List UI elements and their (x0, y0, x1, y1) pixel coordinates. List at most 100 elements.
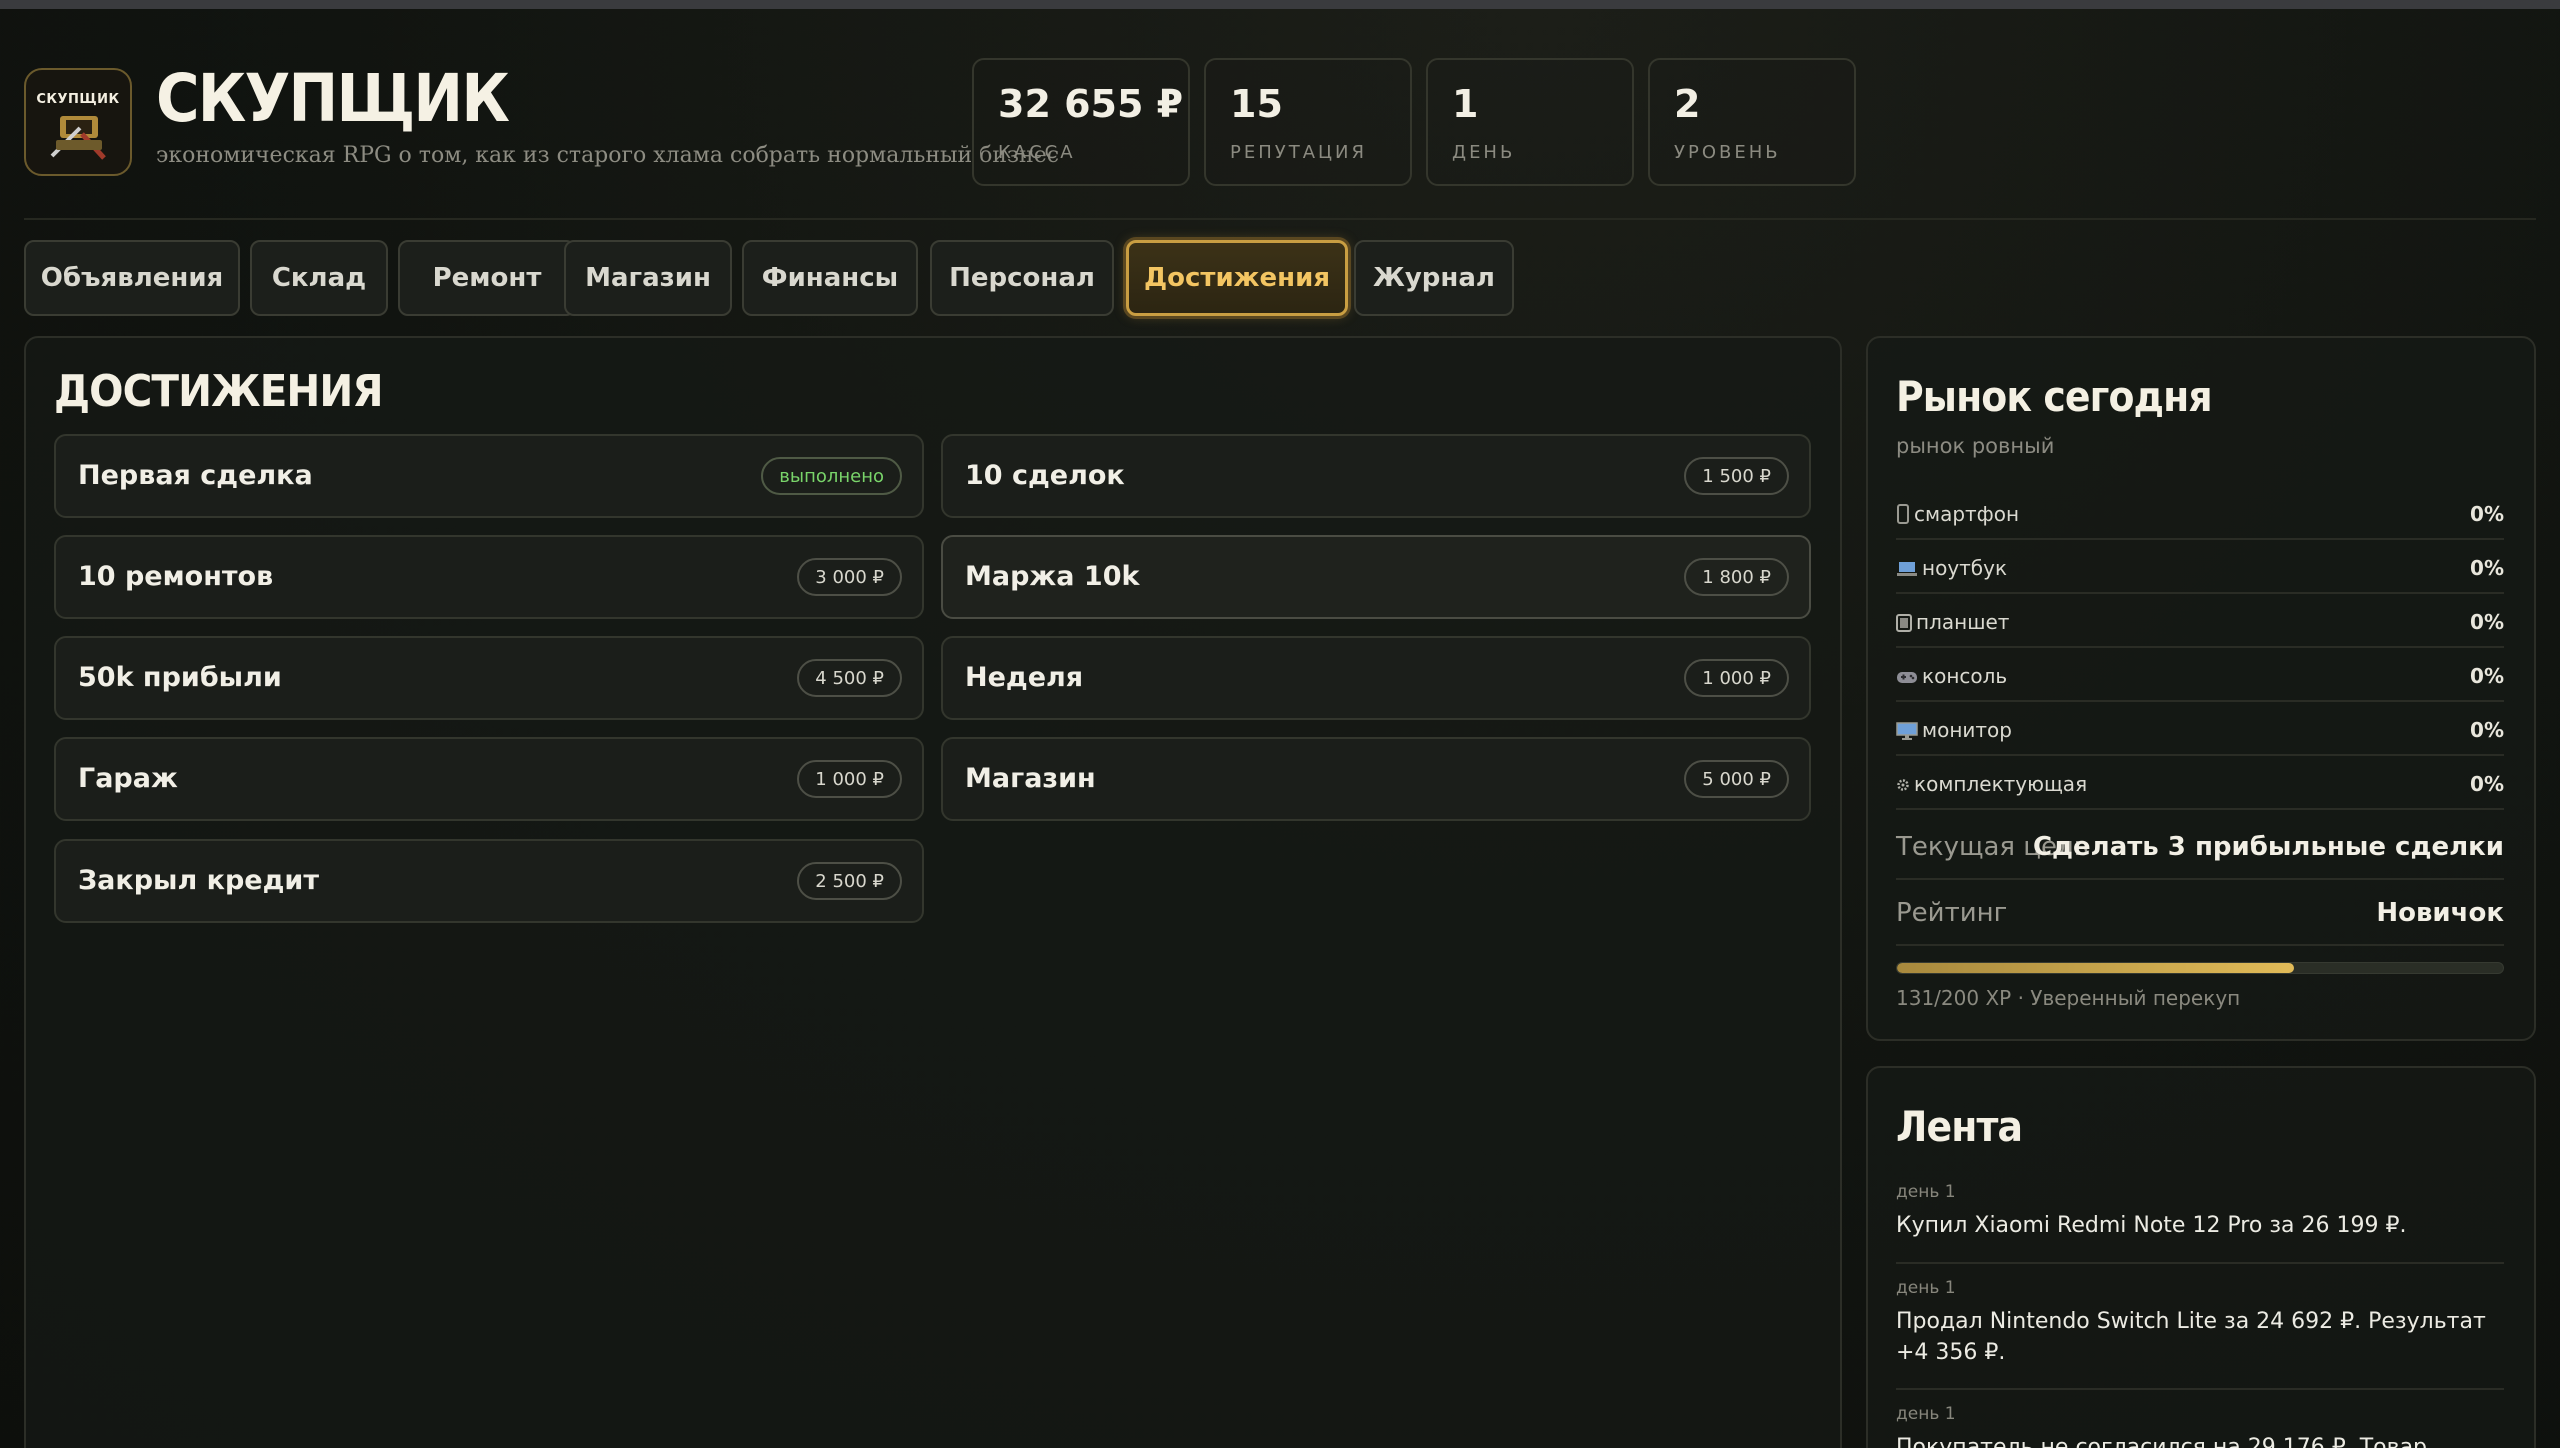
gear-icon (1897, 779, 1909, 791)
stat-cash-label: КАССА (998, 142, 1076, 163)
market-row-name: комплектующая (1914, 772, 2088, 796)
stat-reputation-label: РЕПУТАЦИЯ (1230, 142, 1367, 163)
xp-progress-fill (1897, 963, 2294, 973)
achievement-card: Закрыл кредит 2 500 ₽ (54, 839, 924, 923)
market-row: планшет 0% (1896, 594, 2504, 648)
logo-tools-icon (50, 116, 106, 160)
feed-item: день 1 Продал Nintendo Switch Lite за 24… (1896, 1278, 2504, 1390)
stat-level-value: 2 (1674, 82, 1701, 126)
market-row: монитор 0% (1896, 702, 2504, 756)
rating-value: Новичок (2376, 898, 2504, 928)
market-row-name: ноутбук (1922, 556, 2008, 580)
tab-achievements[interactable]: Достижения (1126, 240, 1348, 316)
achievement-name: Маржа 10k (965, 561, 1140, 592)
achievement-reward-badge: 3 000 ₽ (797, 558, 902, 596)
market-row: смартфон 0% (1896, 486, 2504, 540)
smartphone-icon (1897, 504, 1909, 524)
xp-progress-bar (1896, 962, 2504, 974)
achievement-reward-badge: 5 000 ₽ (1684, 760, 1789, 798)
stat-cash: 32 655 ₽ КАССА (972, 58, 1190, 186)
market-row-name: монитор (1922, 718, 2012, 742)
laptop-icon (1897, 562, 1917, 576)
achievement-reward-badge: 1 000 ₽ (1684, 659, 1789, 697)
market-panel: Рынок сегодня рынок ровный смартфон 0% н… (1866, 336, 2536, 1041)
stat-day-value: 1 (1452, 82, 1479, 126)
market-row-value: 0% (2470, 664, 2504, 688)
tab-warehouse[interactable]: Склад (250, 240, 388, 316)
achievement-card: Неделя 1 000 ₽ (941, 636, 1811, 720)
stat-level: 2 УРОВЕНЬ (1648, 58, 1856, 186)
market-row-value: 0% (2470, 610, 2504, 634)
achievement-name: Гараж (78, 763, 178, 794)
app-subtitle: экономическая RPG о том, как из старого … (156, 143, 1060, 168)
achievement-reward-badge: 1 500 ₽ (1684, 457, 1789, 495)
market-row-value: 0% (2470, 718, 2504, 742)
stat-reputation-value: 15 (1230, 82, 1283, 126)
achievement-name: 10 сделок (965, 460, 1125, 491)
achievement-name: Первая сделка (78, 460, 313, 491)
feed-item: день 1 Купил Xiaomi Redmi Note 12 Pro за… (1896, 1182, 2504, 1264)
app-logo: СКУПЩИК (24, 68, 132, 176)
gamepad-icon (1897, 672, 1917, 683)
achievement-card: Гараж 1 000 ₽ (54, 737, 924, 821)
achievement-reward-badge: 4 500 ₽ (797, 659, 902, 697)
feed-item: день 1 Покупатель не согласился на 29 17… (1896, 1404, 2504, 1448)
feed-item-day: день 1 (1896, 1182, 1956, 1202)
feed-item-text: Покупатель не согласился на 29 176 ₽. То… (1896, 1435, 2428, 1448)
stat-day-label: ДЕНЬ (1452, 142, 1516, 163)
feed-item-day: день 1 (1896, 1404, 1956, 1424)
achievement-reward-badge: 1 000 ₽ (797, 760, 902, 798)
xp-progress-text: 131/200 XP · Уверенный перекуп (1896, 986, 2241, 1010)
market-row: комплектующая 0% (1896, 756, 2504, 810)
tab-staff[interactable]: Персонал (930, 240, 1114, 316)
market-title: Рынок сегодня (1896, 372, 2213, 421)
achievement-done-badge: выполнено (761, 457, 902, 495)
achievement-reward-badge: 2 500 ₽ (797, 862, 902, 900)
feed-item-text: Продал Nintendo Switch Lite за 24 692 ₽.… (1896, 1309, 2486, 1365)
monitor-icon (1896, 722, 1918, 740)
rating-label: Рейтинг (1896, 898, 2008, 928)
achievement-name: Неделя (965, 662, 1084, 693)
feed-title: Лента (1896, 1102, 2023, 1151)
achievement-card: Магазин 5 000 ₽ (941, 737, 1811, 821)
achievement-name: 50k прибыли (78, 662, 282, 693)
tab-listings[interactable]: Объявления (24, 240, 240, 316)
stat-cash-value: 32 655 ₽ (998, 82, 1184, 126)
tablet-icon (1896, 614, 1912, 632)
stat-day: 1 ДЕНЬ (1426, 58, 1634, 186)
achievement-name: Магазин (965, 763, 1096, 794)
stat-reputation: 15 РЕПУТАЦИЯ (1204, 58, 1412, 186)
achievement-reward-badge: 1 800 ₽ (1684, 558, 1789, 596)
market-row-name: консоль (1922, 664, 2008, 688)
achievement-name: Закрыл кредит (78, 865, 319, 896)
app-header: СКУПЩИК СКУПЩИК экономическая RPG о том,… (24, 58, 2536, 220)
feed-item-text: Купил Xiaomi Redmi Note 12 Pro за 26 199… (1896, 1213, 2407, 1238)
stat-level-label: УРОВЕНЬ (1674, 142, 1781, 163)
current-goal-row: Текущая цель Сделать 3 прибыльные сделки (1896, 814, 2504, 880)
market-row-name: планшет (1916, 610, 2010, 634)
app-title: СКУПЩИК (156, 60, 510, 137)
tab-journal[interactable]: Журнал (1354, 240, 1514, 316)
market-row-value: 0% (2470, 556, 2504, 580)
feed-item-day: день 1 (1896, 1278, 1956, 1298)
achievement-card: 10 ремонтов 3 000 ₽ (54, 535, 924, 619)
achievement-card: 10 сделок 1 500 ₽ (941, 434, 1811, 518)
tab-shop[interactable]: Магазин (564, 240, 732, 316)
achievement-card: 50k прибыли 4 500 ₽ (54, 636, 924, 720)
market-row-value: 0% (2470, 502, 2504, 526)
achievement-card: Маржа 10k 1 800 ₽ (941, 535, 1811, 619)
market-row-value: 0% (2470, 772, 2504, 796)
window-top-bar (0, 0, 2560, 9)
market-row: консоль 0% (1896, 648, 2504, 702)
achievement-name: 10 ремонтов (78, 561, 274, 592)
rating-row: Рейтинг Новичок (1896, 880, 2504, 946)
current-goal-value: Сделать 3 прибыльные сделки (2032, 832, 2504, 862)
tab-finance[interactable]: Финансы (742, 240, 918, 316)
feed-panel: Лента день 1 Купил Xiaomi Redmi Note 12 … (1866, 1066, 2536, 1448)
achievements-title: ДОСТИЖЕНИЯ (54, 366, 384, 417)
achievement-card: Первая сделка выполнено (54, 434, 924, 518)
tab-repair[interactable]: Ремонт (398, 240, 576, 316)
achievements-panel: ДОСТИЖЕНИЯ Первая сделка выполнено 10 сд… (24, 336, 1842, 1448)
market-row-name: смартфон (1914, 502, 2020, 526)
market-row: ноутбук 0% (1896, 540, 2504, 594)
